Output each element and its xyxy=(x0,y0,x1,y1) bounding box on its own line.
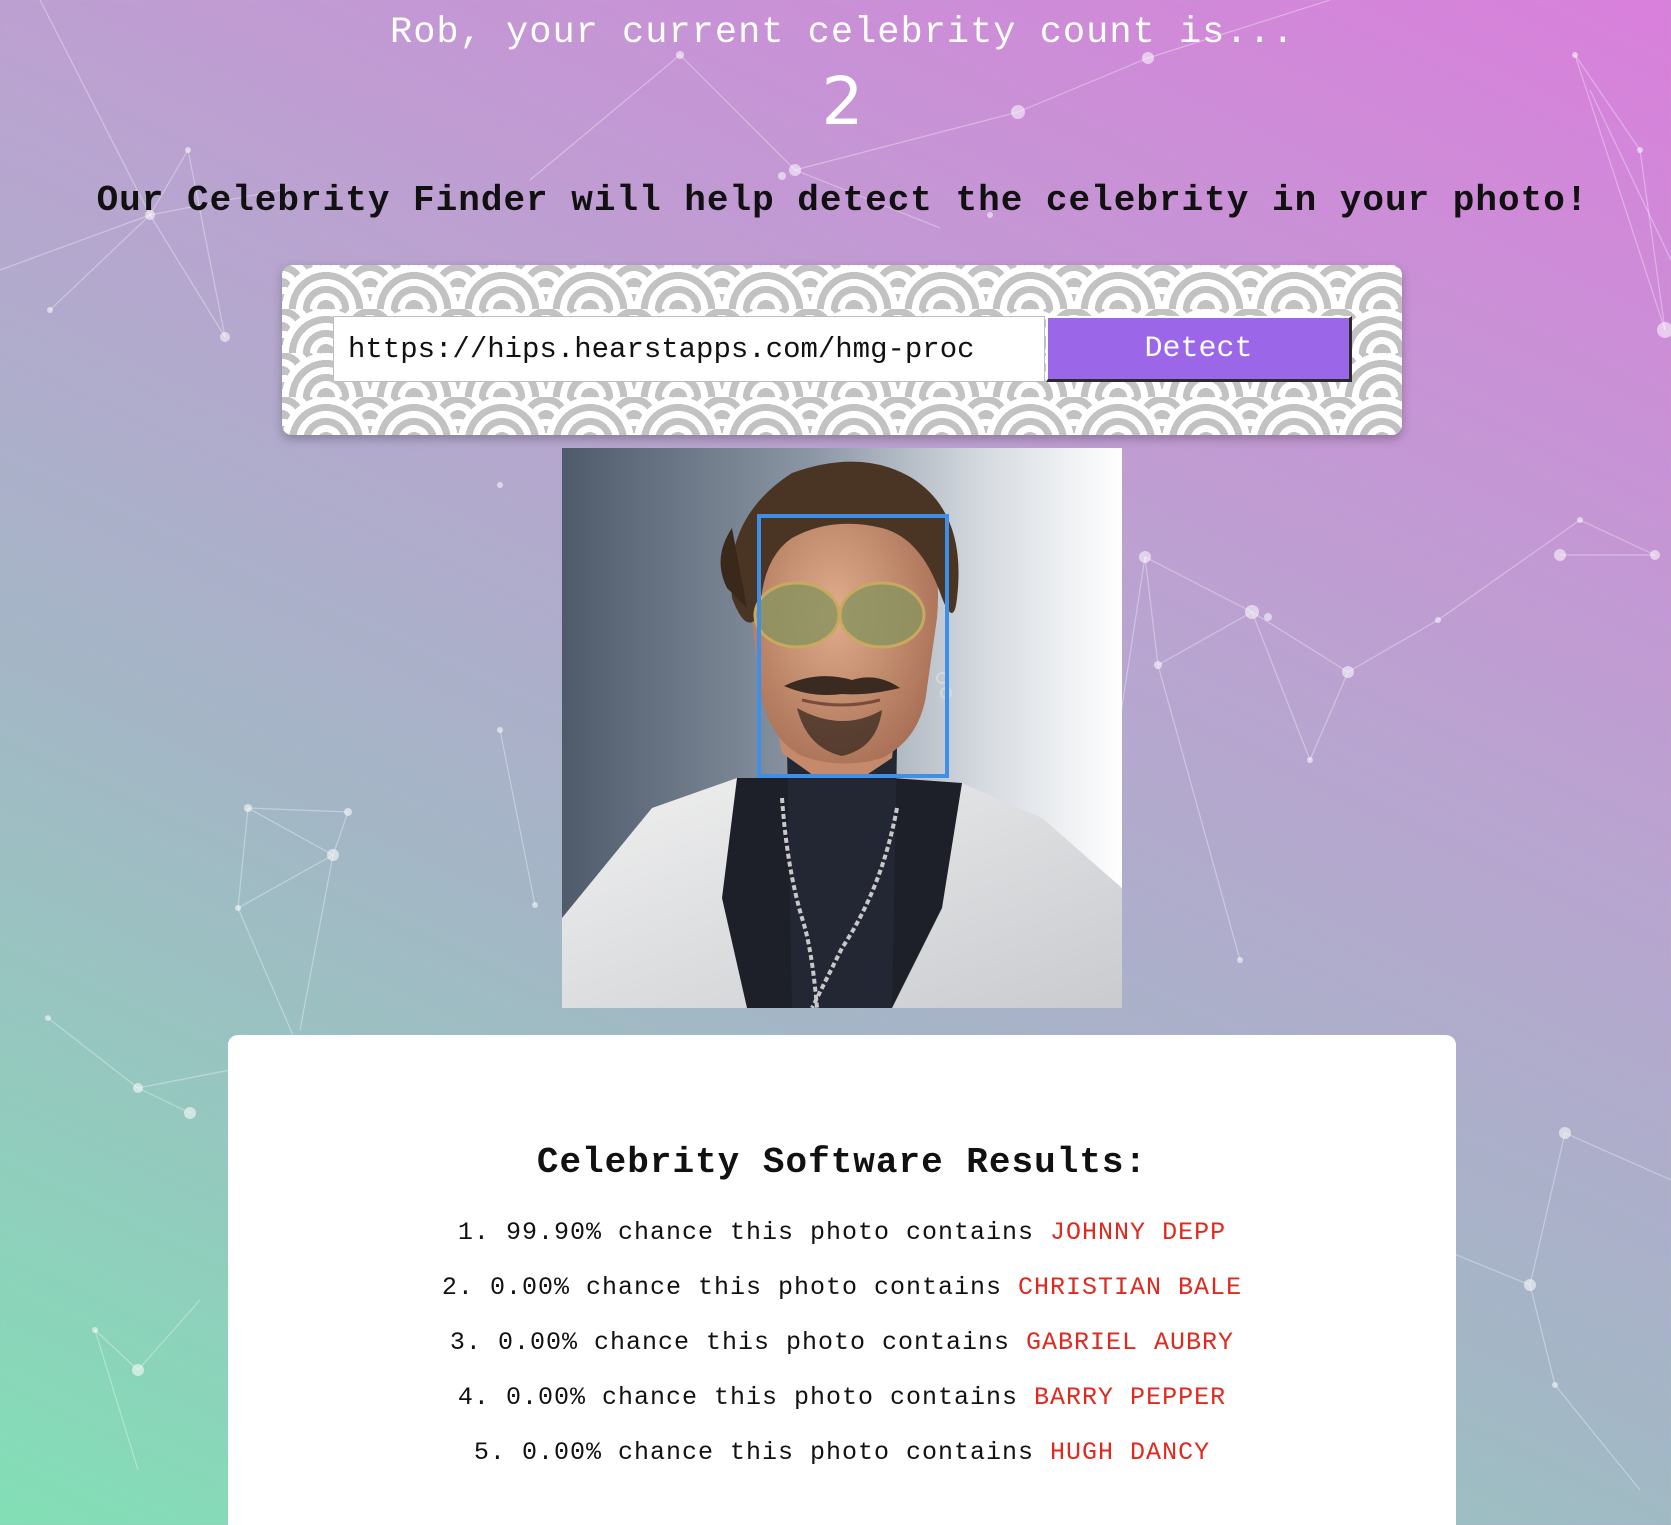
result-text: 0.00% chance this photo contains xyxy=(505,1383,1019,1412)
result-number: 1. xyxy=(457,1218,490,1247)
url-form-panel: Detect xyxy=(282,265,1402,435)
result-text: 0.00% chance this photo contains xyxy=(521,1438,1035,1467)
detect-button[interactable]: Detect xyxy=(1046,316,1352,382)
result-item: 2. 0.00% chance this photo contains CHRI… xyxy=(228,1273,1456,1328)
result-celebrity-name: BARRY PEPPER xyxy=(1034,1383,1227,1412)
page-tagline: Our Celebrity Finder will help detect th… xyxy=(96,180,1589,221)
greeting-text: Rob, your current celebrity count is... xyxy=(390,12,1295,54)
result-number: 2. xyxy=(441,1273,474,1302)
result-number: 3. xyxy=(449,1328,482,1357)
result-celebrity-name: HUGH DANCY xyxy=(1050,1438,1211,1467)
results-list: 1. 99.90% chance this photo contains JOH… xyxy=(228,1218,1456,1493)
results-title: Celebrity Software Results: xyxy=(536,1142,1148,1183)
result-celebrity-name: JOHNNY DEPP xyxy=(1050,1218,1227,1247)
celebrity-count: 2 xyxy=(821,63,864,140)
result-number: 4. xyxy=(457,1383,490,1412)
result-celebrity-name: CHRISTIAN BALE xyxy=(1018,1273,1243,1302)
image-url-input[interactable] xyxy=(333,316,1045,382)
result-text: 99.90% chance this photo contains xyxy=(505,1218,1035,1247)
result-celebrity-name: GABRIEL AUBRY xyxy=(1026,1328,1235,1357)
result-text: 0.00% chance this photo contains xyxy=(489,1273,1003,1302)
result-number: 5. xyxy=(473,1438,506,1467)
face-detection-box xyxy=(757,514,949,778)
result-item: 3. 0.00% chance this photo contains GABR… xyxy=(228,1328,1456,1383)
result-item: 1. 99.90% chance this photo contains JOH… xyxy=(228,1218,1456,1273)
result-item: 4. 0.00% chance this photo contains BARR… xyxy=(228,1383,1456,1438)
uploaded-photo xyxy=(562,448,1122,1008)
results-card: Celebrity Software Results: 1. 99.90% ch… xyxy=(228,1035,1456,1525)
result-text: 0.00% chance this photo contains xyxy=(497,1328,1011,1357)
result-item: 5. 0.00% chance this photo contains HUGH… xyxy=(228,1438,1456,1493)
